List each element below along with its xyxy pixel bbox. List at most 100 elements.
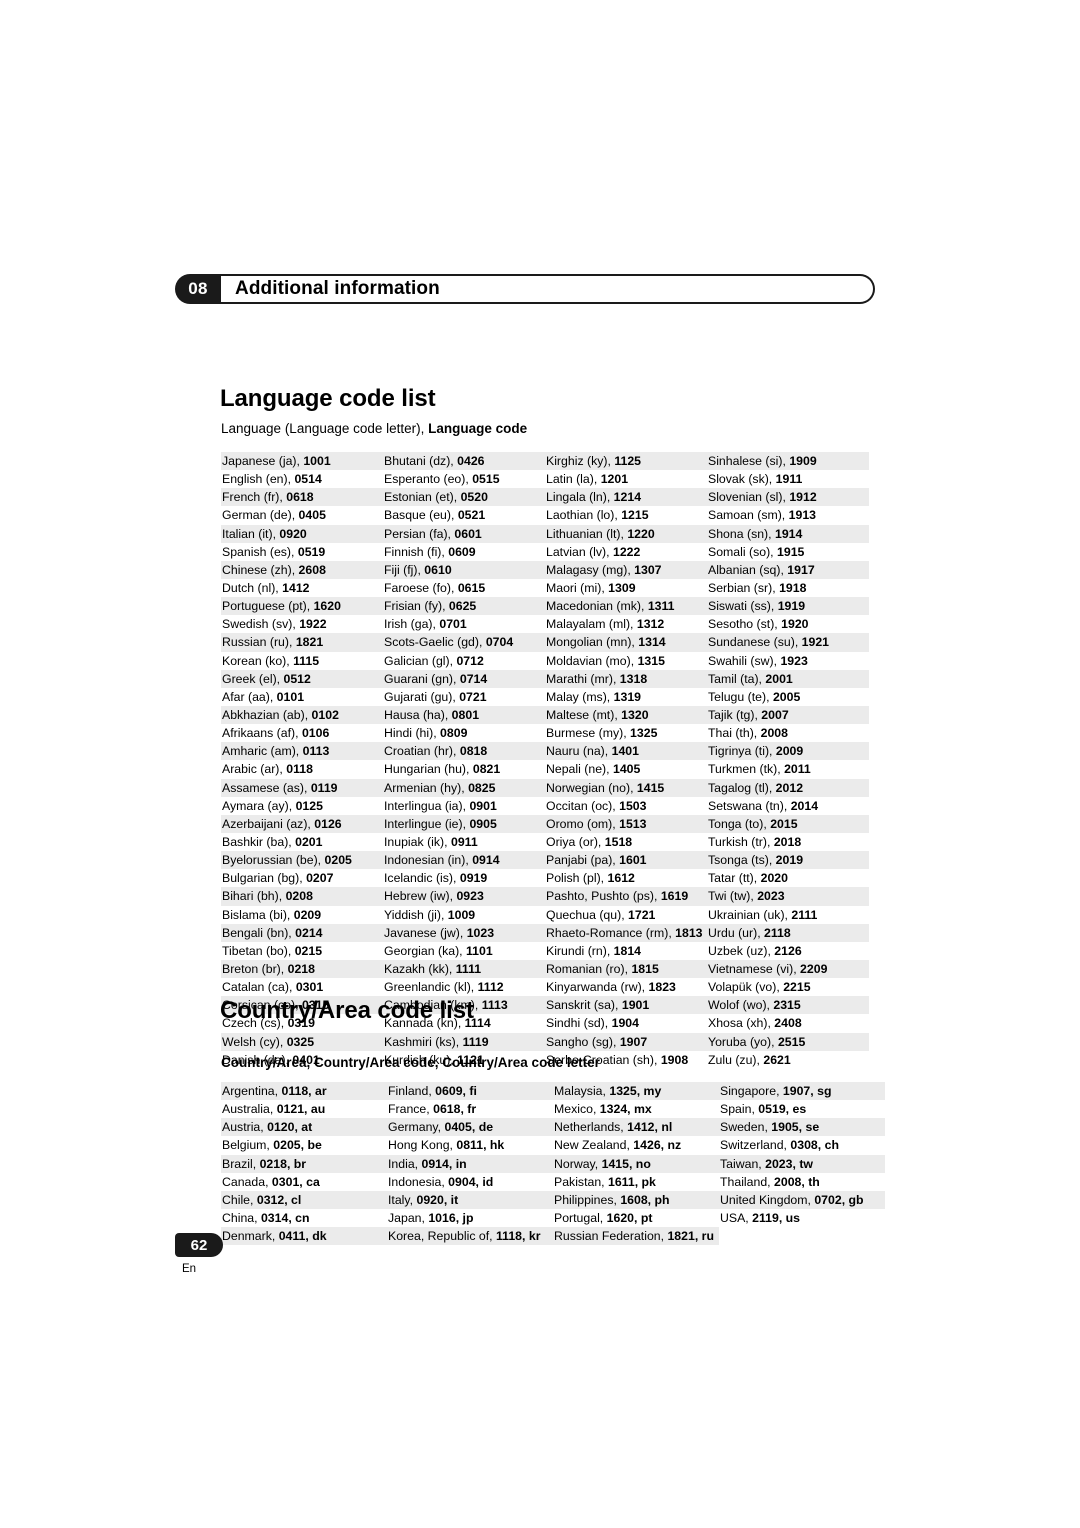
code-entry-name: Zulu (zu), <box>708 1052 764 1067</box>
code-entry-code: 1620 <box>606 1210 634 1225</box>
code-entry: Spain, 0519, es <box>719 1100 885 1118</box>
code-entry-name: United Kingdom, <box>720 1192 815 1207</box>
code-entry: Denmark, 0411, dk <box>221 1227 387 1246</box>
code-entry-name: Sindhi (sd), <box>546 1016 612 1031</box>
code-entry: Sesotho (st), 1920 <box>707 615 869 633</box>
code-entry-code: 1309 <box>608 580 636 595</box>
code-entry: Tigrinya (ti), 2009 <box>707 742 869 761</box>
code-entry: Faroese (fo), 0615 <box>383 579 545 597</box>
manual-page: 08 Additional information Language code … <box>0 0 1080 1528</box>
code-entry-name: Amharic (am), <box>222 744 303 759</box>
code-entry: Samoan (sm), 1913 <box>707 506 869 524</box>
code-entry: Thailand, 2008, th <box>719 1173 885 1191</box>
code-entry-letter: , es <box>785 1102 807 1117</box>
code-entry-name: Singapore, <box>720 1084 783 1098</box>
code-entry-name: Tajik (tg), <box>708 707 762 722</box>
code-entry-name: Inupiak (ik), <box>384 834 451 849</box>
code-entry-code: 0615 <box>457 580 486 595</box>
code-entry-code: 0714 <box>459 671 488 686</box>
code-entry-code: 0520 <box>460 490 488 505</box>
code-entry-code: 1922 <box>299 617 327 632</box>
code-entry: Bihari (bh), 0208 <box>221 887 383 906</box>
code-entry-code: 1325 <box>630 726 658 741</box>
code-entry-name: Oromo (om), <box>546 816 620 831</box>
code-entry-code: 0904 <box>448 1174 476 1189</box>
code-entry-code: 1921 <box>801 635 830 650</box>
code-entry-code: 1721 <box>628 907 656 922</box>
code-entry-code: 2215 <box>783 980 811 995</box>
code-entry: Welsh (cy), 0325 <box>221 1032 383 1051</box>
code-entry-name: Denmark, <box>222 1229 279 1244</box>
code-entry: Occitan (oc), 1503 <box>545 797 707 815</box>
code-entry-letter: , mx <box>627 1102 652 1117</box>
code-entry: Belgium, 0205, be <box>221 1136 387 1154</box>
code-entry-name: Gujarati (gu), <box>384 689 460 704</box>
code-entry: China, 0314, cn <box>221 1209 387 1227</box>
code-entry-name: Austria, <box>222 1120 268 1135</box>
code-entry: Estonian (et), 0520 <box>383 488 545 507</box>
code-entry-code: 1426 <box>633 1138 661 1153</box>
code-entry-name: Bislama (bi), <box>222 907 294 922</box>
code-entry-name: Korean (ko), <box>222 653 294 668</box>
chapter-title-bar: Additional information <box>221 274 875 304</box>
code-entry-code: 1311 <box>647 599 675 614</box>
code-entry-name: Sinhalese (si), <box>708 454 790 468</box>
code-entry-name: Javanese (jw), <box>384 925 467 940</box>
code-entry-name: Hong Kong, <box>388 1138 457 1153</box>
code-entry-name: Occitan (oc), <box>546 798 620 813</box>
code-entry-name: Azerbaijani (az), <box>222 816 315 831</box>
code-entry-name: Belgium, <box>222 1138 274 1153</box>
code-entry-letter: , cl <box>284 1192 302 1207</box>
code-entry: Netherlands, 1412, nl <box>553 1118 719 1137</box>
code-entry-code: 1814 <box>613 943 642 958</box>
code-entry: Hausa (ha), 0801 <box>383 705 545 725</box>
code-entry: Greek (el), 0512 <box>221 669 383 688</box>
code-entry-code: 0825 <box>468 780 496 795</box>
code-entry-name: German (de), <box>222 508 299 523</box>
code-entry-code: 2023 <box>757 889 785 904</box>
code-entry: Indonesian (in), 0914 <box>383 851 545 870</box>
code-entry-name: Panjabi (pa), <box>546 853 620 868</box>
code-entry-name: Sesotho (st), <box>708 617 782 632</box>
code-entry-code: 1325 <box>609 1084 637 1098</box>
code-entry-name: Quechua (qu), <box>546 907 629 922</box>
code-entry-name: Malay (ms), <box>546 689 614 704</box>
code-entry-code: 1914 <box>775 526 803 541</box>
code-entry-name: Maori (mi), <box>546 580 609 595</box>
code-entry-code: 0920 <box>416 1192 444 1207</box>
code-entry-letter: , in <box>448 1156 467 1171</box>
code-entry-code: 0207 <box>306 871 334 886</box>
code-entry-name: Somali (so), <box>708 544 778 559</box>
code-entry: Armenian (hy), 0825 <box>383 778 545 797</box>
code-entry-code: 1821 <box>295 635 324 650</box>
code-entry-name: Irish (ga), <box>384 617 440 632</box>
code-entry-letter: , pt <box>634 1210 653 1225</box>
code-entry: Twi (tw), 2023 <box>707 887 869 906</box>
code-entry-code: 1821 <box>667 1229 695 1244</box>
code-entry: Bhutani (dz), 0426 <box>383 452 545 471</box>
code-entry: Finland, 0609, fi <box>387 1082 553 1101</box>
code-entry-name: Hungarian (hu), <box>384 762 473 777</box>
code-entry-name: Siswati (ss), <box>708 599 778 614</box>
code-entry: Serbian (sr), 1918 <box>707 579 869 597</box>
code-entry-name: Telugu (te), <box>708 689 773 704</box>
code-entry-code: 0515 <box>472 472 500 487</box>
code-entry-code: 0218 <box>259 1156 287 1171</box>
code-entry-name: Thailand, <box>720 1174 775 1189</box>
code-entry-code: 0512 <box>283 671 311 686</box>
code-entry: Germany, 0405, de <box>387 1118 553 1137</box>
code-entry: Korean (ko), 1115 <box>221 652 383 670</box>
code-entry: Vietnamese (vi), 2209 <box>707 959 869 979</box>
code-entry: Hong Kong, 0811, hk <box>387 1136 553 1154</box>
code-entry-name: USA, <box>720 1210 753 1225</box>
code-entry-code: 1619 <box>660 889 689 904</box>
code-entry-code: 1214 <box>613 490 642 505</box>
code-entry-letter: , no <box>628 1156 651 1171</box>
code-entry-name: Indonesia, <box>388 1174 449 1189</box>
code-entry: Sweden, 1905, se <box>719 1118 885 1137</box>
code-entry: Austria, 0120, at <box>221 1118 387 1137</box>
code-entry: Maori (mi), 1309 <box>545 579 707 597</box>
code-entry-code: 0905 <box>469 816 497 831</box>
code-entry-name: Italy, <box>388 1192 417 1207</box>
code-entry-code: 0209 <box>293 907 322 922</box>
